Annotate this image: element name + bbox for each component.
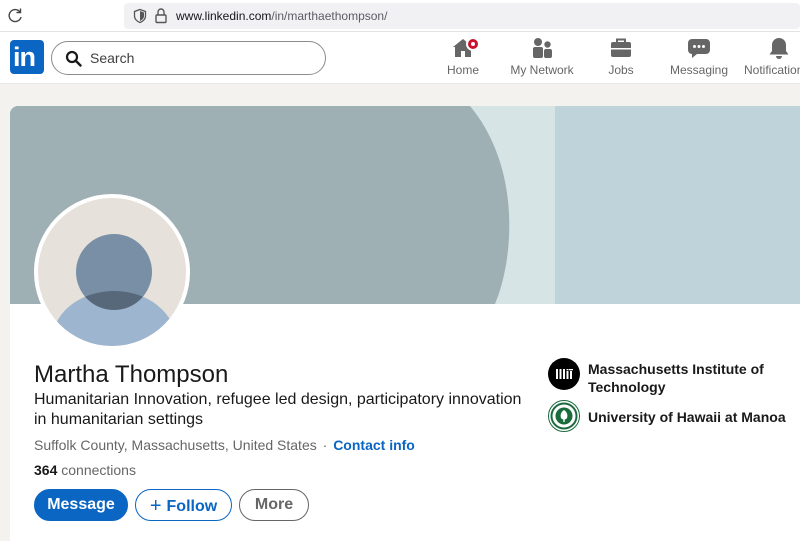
mit-logo xyxy=(548,358,580,390)
network-icon xyxy=(533,38,552,58)
more-button[interactable]: More xyxy=(239,489,309,521)
browser-address-bar: www.linkedin.com/in/marthaethompson/ xyxy=(0,0,800,32)
url-host: www.linkedin.com xyxy=(176,9,272,23)
education-name-uh-manoa: University of Hawaii at Manoa xyxy=(588,409,786,425)
profile-name: Martha Thompson xyxy=(34,361,229,388)
follow-button[interactable]: + Follow xyxy=(135,489,232,521)
connections-link[interactable]: 364 connections xyxy=(34,462,136,478)
nav-label-notifications: Notifications xyxy=(744,63,800,77)
linkedin-logo[interactable]: in xyxy=(10,40,44,74)
education-item-uh-manoa[interactable]: University of Hawaii at Manoa xyxy=(548,400,798,434)
url-text[interactable]: www.linkedin.com/in/marthaethompson/ xyxy=(176,9,387,23)
search-input[interactable] xyxy=(90,48,310,68)
profile-avatar[interactable] xyxy=(34,194,190,350)
url-path: /in/marthaethompson/ xyxy=(271,9,388,23)
nav-item-messaging[interactable]: Messaging xyxy=(669,36,729,80)
url-field[interactable]: www.linkedin.com/in/marthaethompson/ xyxy=(124,3,800,29)
notification-badge xyxy=(466,37,480,51)
nav-label-my-network: My Network xyxy=(510,63,574,77)
message-button[interactable]: Message xyxy=(34,489,128,521)
search-icon xyxy=(65,50,82,67)
connections-count: 364 xyxy=(34,462,58,478)
nav-label-home: Home xyxy=(446,63,479,77)
education-item-mit[interactable]: Massachusetts Institute of Technology xyxy=(548,358,798,398)
search-box[interactable] xyxy=(51,41,326,75)
briefcase-icon xyxy=(611,38,631,57)
plus-icon: + xyxy=(149,495,162,517)
nav-label-jobs: Jobs xyxy=(608,63,634,77)
profile-card: Martha Thompson Humanitarian Innovation,… xyxy=(10,106,800,541)
contact-info-link[interactable]: Contact info xyxy=(333,437,415,453)
nav-item-my-network[interactable]: My Network xyxy=(508,36,576,80)
profile-headline: Humanitarian Innovation, refugee led des… xyxy=(34,391,522,428)
education-name-mit: Massachusetts Institute of Technology xyxy=(588,361,764,395)
follow-label: Follow xyxy=(166,498,218,515)
bell-icon xyxy=(769,38,789,59)
uh-manoa-seal xyxy=(548,400,580,432)
nav-label-messaging: Messaging xyxy=(669,63,729,77)
shield-icon[interactable] xyxy=(132,8,148,24)
profile-location: Suffolk County, Massachusetts, United St… xyxy=(34,437,317,453)
separator: · xyxy=(322,437,328,453)
nav-item-jobs[interactable]: Jobs xyxy=(603,36,639,80)
connections-label: connections xyxy=(61,462,136,478)
profile-location-line: Suffolk County, Massachusetts, United St… xyxy=(34,437,415,453)
reload-icon[interactable] xyxy=(6,7,24,25)
messaging-icon xyxy=(688,39,710,58)
nav-item-home[interactable]: Home xyxy=(444,36,482,80)
nav-item-notifications[interactable]: Notifications xyxy=(744,36,800,80)
lock-icon[interactable] xyxy=(154,7,168,24)
global-nav: in Home My Network Jobs xyxy=(0,32,800,84)
